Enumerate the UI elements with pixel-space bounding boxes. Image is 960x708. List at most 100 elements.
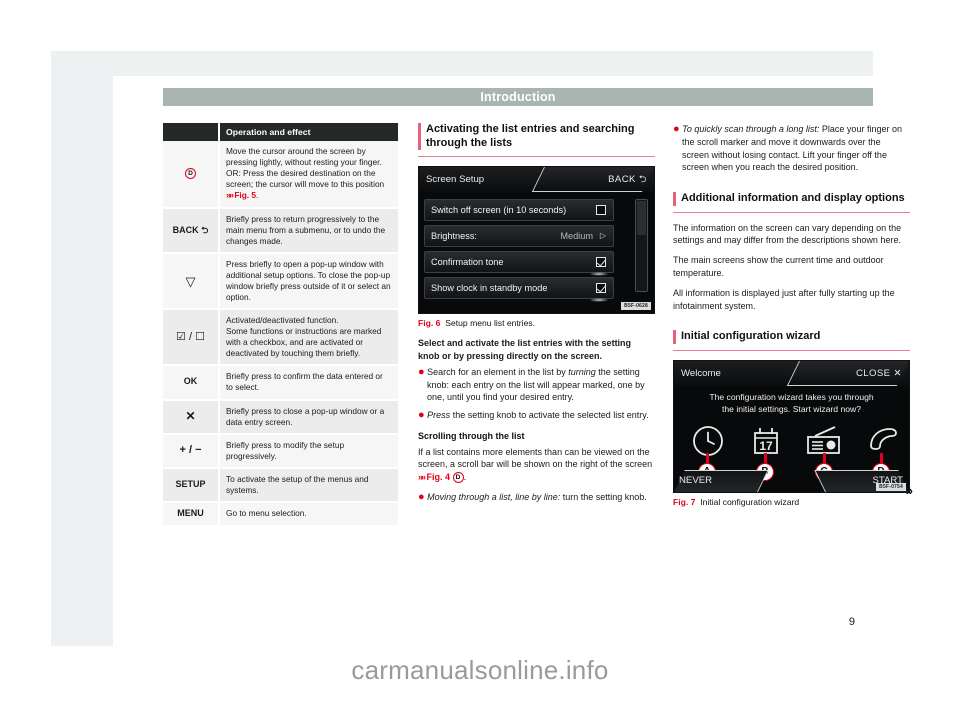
row-text-plusminus: Briefly press to modify the setup progre… — [219, 433, 400, 469]
row-text-menu: Go to menu selection. — [219, 501, 400, 527]
chevron-ref-icon: »» — [418, 472, 426, 483]
list-item-brightness[interactable]: Brightness: Medium ▷ — [424, 225, 614, 248]
table-row: MENU Go to menu selection. — [163, 501, 400, 527]
table-row: BACK ⮌ Briefly press to return progressi… — [163, 208, 400, 255]
circle-letter-d-icon: D — [185, 168, 196, 180]
column-middle: Activating the list entries and searchin… — [418, 123, 655, 509]
page-number: 9 — [848, 616, 855, 628]
table-row: ☑ / ☐ Activated/deactivated function. So… — [163, 309, 400, 367]
list-item-label: Show clock in standby mode — [431, 283, 548, 294]
figure-code-6: B5F-0628 — [621, 302, 651, 311]
row-text-popup: Press briefly to open a pop-up window wi… — [219, 253, 400, 311]
table-row: SETUP To activate the setup of the menus… — [163, 467, 400, 503]
wizard-title-label: Welcome — [681, 367, 721, 379]
figure-6-caption: Fig. 6 Setup menu list entries. — [418, 314, 655, 329]
figure-code-7: B5F-0754 — [876, 482, 906, 491]
back-button[interactable]: BACK ⮌ — [608, 167, 647, 192]
section-activating-header: Activating the list entries and searchin… — [418, 123, 655, 158]
table-row: ✕ Briefly press to close a pop-up window… — [163, 399, 400, 435]
figure-7: Welcome CLOSE ✕ The configuration wizard… — [673, 359, 910, 508]
row-text-ok: Briefly press to confirm the data entere… — [219, 365, 400, 401]
row-key-setup: SETUP — [163, 467, 220, 503]
close-button[interactable]: CLOSE ✕ — [856, 361, 902, 386]
checkbox-unchecked-icon[interactable] — [596, 205, 606, 216]
column-left: Operation and effect D Move the cursor a… — [163, 123, 400, 527]
list-item-confirmation-tone[interactable]: Confirmation tone — [424, 251, 614, 277]
row-text-setup: To activate the setup of the menus and s… — [219, 467, 400, 503]
list-item-label: Brightness: — [431, 231, 477, 242]
figure-6-caption-text: Setup menu list entries. — [445, 318, 536, 329]
table-row: ▽ Press briefly to open a pop-up window … — [163, 253, 400, 311]
bullet-search: ● Search for an element in the list by t… — [418, 365, 645, 403]
continuation-arrow-icon: » — [905, 483, 913, 499]
operation-table: Operation and effect D Move the cursor a… — [163, 123, 400, 527]
figure-6: Screen Setup BACK ⮌ Switch off screen (i… — [418, 166, 655, 329]
bullet-moving-line-by-line: ● Moving through a list, line by line: t… — [418, 491, 647, 503]
wizard-message-line2: the initial settings. Start wizard now? — [722, 404, 861, 415]
site-watermark: carmanualsonline.info — [351, 655, 609, 685]
figure-7-caption-text: Initial configuration wizard — [700, 496, 800, 507]
bullet-dot-icon: ● — [418, 365, 425, 378]
wizard-message: The configuration wizard takes you throu… — [674, 391, 909, 416]
row-key-checkbox: ☑ / ☐ — [163, 309, 220, 367]
section-wizard-header: Initial configuration wizard — [673, 330, 910, 351]
bullet-dot-icon: ● — [418, 491, 425, 503]
list-item-show-clock[interactable]: Show clock in standby mode — [424, 277, 614, 303]
chevron-right-icon: ▷ — [599, 231, 606, 241]
table-row: OK Briefly press to confirm the data ent… — [163, 365, 400, 401]
lead-paragraph: Select and activate the list entries wit… — [418, 338, 632, 362]
checkbox-checked-icon[interactable] — [596, 283, 606, 294]
close-icon: ✕ — [893, 367, 902, 379]
manual-page: Introduction Operation and effect D Move… — [51, 51, 913, 646]
page-sheet: Introduction Operation and effect D Move… — [113, 76, 913, 646]
paragraph-main-screens: The main screens show the current time a… — [673, 255, 884, 278]
row-text-close: Briefly press to close a pop-up window o… — [219, 399, 400, 435]
row-key-cursor: D — [163, 141, 220, 210]
wizard-icon-row: 17 — [674, 424, 909, 466]
row-glow — [589, 272, 609, 277]
list-item-switch-off-screen[interactable]: Switch off screen (in 10 seconds) — [424, 199, 614, 222]
row-key-menu: MENU — [163, 501, 220, 527]
heading-initial-wizard: Initial configuration wizard — [673, 330, 910, 344]
screen-title-bar: Screen Setup BACK ⮌ — [419, 167, 654, 193]
scrollbar[interactable] — [635, 199, 648, 293]
scrollbar-thumb[interactable] — [637, 201, 646, 236]
wizard-message-line1: The configuration wizard takes you throu… — [709, 391, 874, 402]
row-key-close: ✕ — [163, 399, 220, 435]
bullet-dot-icon: ● — [673, 123, 680, 135]
subheading-scrolling: Scrolling through the list — [418, 431, 525, 442]
phone-icon — [864, 424, 904, 463]
figure-6-label: Fig. 6 — [418, 318, 441, 329]
table-row: D Move the cursor around the screen by p… — [163, 141, 400, 210]
bullet-press: ● Press the setting knob to activate the… — [418, 409, 649, 422]
figure-7-label: Fig. 7 — [673, 496, 696, 507]
bullet-quick-scan: ● To quickly scan through a long list: P… — [673, 123, 902, 173]
infotainment-screen-setup: Screen Setup BACK ⮌ Switch off screen (i… — [418, 166, 655, 315]
heading-activating: Activating the list entries and searchin… — [418, 123, 655, 151]
figure-7-caption: Fig. 7 Initial configuration wizard — [673, 493, 910, 508]
screen-title-label: Screen Setup — [426, 174, 485, 186]
list-item-label: Switch off screen (in 10 seconds) — [431, 205, 567, 216]
row-glow — [589, 298, 609, 303]
paragraph-info-varies: The information on the screen can vary d… — [673, 222, 902, 246]
row-key-back: BACK ⮌ — [163, 208, 220, 255]
never-button[interactable]: NEVER — [674, 470, 712, 492]
row-text-back: Briefly press to return progressively to… — [219, 208, 400, 255]
back-arrow-icon: ⮌ — [638, 174, 647, 186]
list-item-label: Confirmation tone — [431, 257, 504, 268]
fig-ref-link[interactable]: Fig. 4 — [427, 472, 451, 482]
svg-text:17: 17 — [759, 439, 773, 453]
row-key-popup: ▽ — [163, 253, 220, 311]
row-text-checkbox: Activated/deactivated function. Some fun… — [219, 309, 400, 367]
bullet-dot-icon: ● — [418, 409, 425, 422]
table-header-effect: Operation and effect — [219, 123, 400, 141]
wizard-bottom-bar: NEVER START — [674, 469, 909, 492]
paragraph-scrollbar: If a list contains more elements than ca… — [418, 446, 653, 484]
checkbox-checked-icon[interactable] — [596, 257, 606, 268]
row-key-plusminus: + / − — [163, 433, 220, 469]
infotainment-screen-wizard: Welcome CLOSE ✕ The configuration wizard… — [673, 359, 910, 493]
section-additional-header: Additional information and display optio… — [673, 192, 910, 213]
fig-ref-link[interactable]: Fig. 5 — [234, 190, 256, 200]
table-header-row: Operation and effect — [163, 123, 400, 141]
table-header-key — [163, 123, 220, 141]
